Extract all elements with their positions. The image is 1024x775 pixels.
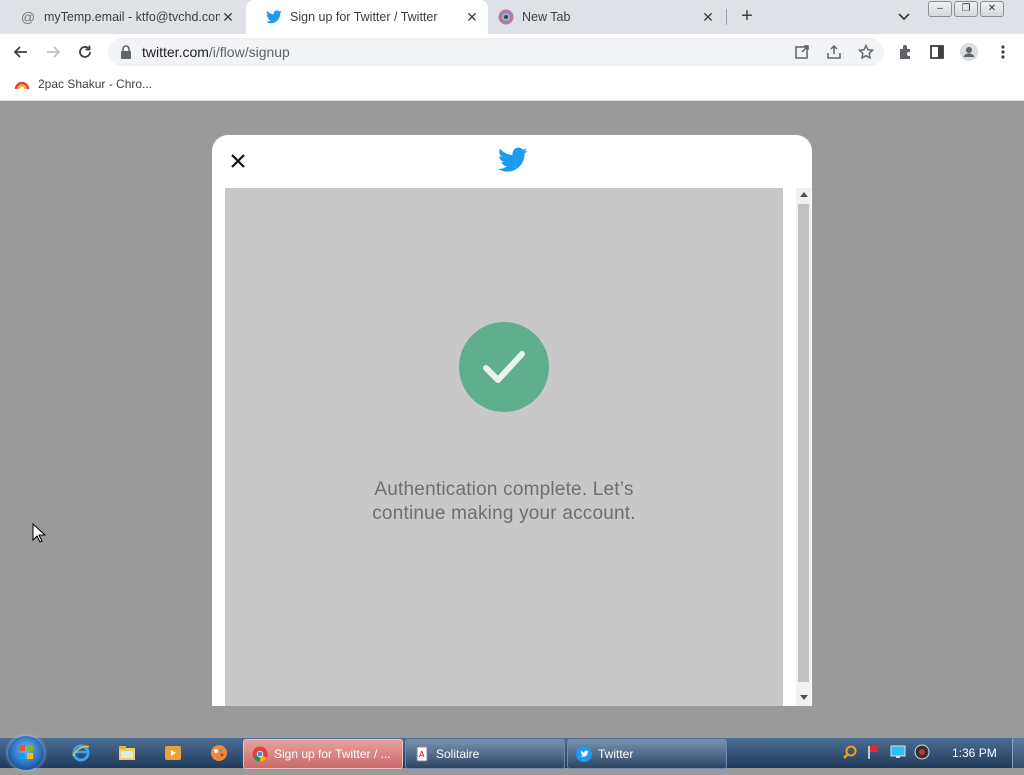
media-player-icon[interactable] — [164, 744, 182, 762]
action-center-flag-icon[interactable] — [866, 744, 882, 760]
checkmark-success-icon — [459, 322, 549, 412]
show-desktop-button[interactable] — [1012, 738, 1024, 768]
lock-icon[interactable] — [120, 45, 132, 64]
kebab-menu-icon[interactable] — [994, 43, 1012, 61]
display-monitor-icon[interactable] — [890, 744, 906, 760]
taskbar-button-label: Twitter — [598, 747, 634, 761]
tab-mytemp-email[interactable]: @ myTemp.email - ktfo@tvchd.com ✕ — [0, 0, 244, 34]
scroll-down-arrow-icon[interactable] — [800, 695, 808, 700]
scrollbar[interactable] — [796, 188, 811, 706]
twitter-logo-icon — [498, 147, 528, 175]
svg-text:A: A — [419, 750, 425, 759]
windows-taskbar: Sign up for Twitter / ... A Solitaire Tw… — [0, 736, 1024, 770]
solitaire-icon: A — [414, 746, 430, 762]
tab-title: New Tab — [522, 10, 571, 24]
scroll-thumb[interactable] — [798, 204, 809, 682]
window-controls: – ❐ ✕ — [928, 1, 1004, 17]
start-button-windows-icon[interactable] — [8, 736, 44, 770]
mouse-cursor-icon — [32, 522, 47, 548]
url-text: twitter.com/i/flow/signup — [142, 44, 290, 60]
auth-complete-message: Authentication complete. Let’s continue … — [225, 478, 783, 526]
bookmark-item[interactable]: 2pac Shakur - Chro... — [14, 76, 152, 92]
chrome-icon — [252, 746, 268, 762]
system-tray — [842, 744, 930, 760]
address-bar[interactable]: twitter.com/i/flow/signup — [108, 38, 884, 66]
extensions-puzzle-icon[interactable] — [896, 43, 914, 61]
url-host: twitter.com — [142, 44, 209, 60]
restore-icon[interactable]: ❐ — [954, 1, 978, 17]
bookmark-label: 2pac Shakur - Chro... — [38, 77, 153, 91]
browser-toolbar: twitter.com/i/flow/signup — [0, 34, 1024, 70]
new-tab-icon[interactable]: + — [736, 6, 758, 28]
reload-icon[interactable] — [76, 43, 94, 61]
signup-modal: Authentication complete. Let’s continue … — [212, 135, 812, 706]
taskbar-button-chrome[interactable]: Sign up for Twitter / ... — [243, 739, 403, 769]
side-panel-icon[interactable] — [928, 43, 946, 61]
close-tab-icon[interactable]: ✕ — [220, 9, 236, 25]
tab-twitter-signup[interactable]: Sign up for Twitter / Twitter ✕ — [246, 0, 488, 34]
tab-new-tab[interactable]: New Tab ✕ — [478, 0, 724, 34]
taskbar-button-label: Sign up for Twitter / ... — [274, 747, 391, 761]
taskbar-button-twitter[interactable]: Twitter — [567, 739, 727, 769]
tab-title: myTemp.email - ktfo@tvchd.com — [44, 10, 220, 24]
chevron-down-icon[interactable] — [896, 8, 912, 24]
chrome-avatar-icon — [498, 9, 514, 25]
search-icon[interactable] — [842, 744, 858, 760]
close-icon[interactable] — [228, 151, 248, 171]
share-icon[interactable] — [826, 44, 842, 65]
bookmark-star-icon[interactable] — [857, 43, 875, 65]
close-tab-icon[interactable]: ✕ — [700, 9, 716, 25]
taskbar-button-label: Solitaire — [436, 747, 480, 761]
paint-app-icon[interactable] — [210, 744, 228, 762]
message-text: Authentication complete. Let’s continue … — [372, 479, 636, 524]
open-in-app-icon[interactable] — [794, 44, 810, 65]
twitter-bird-icon — [266, 9, 282, 25]
at-sign-icon: @ — [20, 9, 36, 25]
forward-arrow-icon[interactable] — [44, 43, 62, 61]
auth-frame: Authentication complete. Let’s continue … — [225, 188, 783, 706]
tab-strip: @ myTemp.email - ktfo@tvchd.com ✕ Sign u… — [0, 0, 1024, 34]
twitter-bird-icon — [576, 746, 592, 762]
profile-avatar-icon[interactable] — [960, 43, 978, 61]
taskbar-clock[interactable]: 1:36 PM — [952, 746, 997, 760]
taskbar-button-solitaire[interactable]: A Solitaire — [405, 739, 565, 769]
file-explorer-icon[interactable] — [118, 744, 136, 762]
bookmarks-bar: 2pac Shakur - Chro... — [0, 70, 1024, 101]
rainbow-favicon-icon — [14, 76, 30, 92]
close-window-icon[interactable]: ✕ — [980, 1, 1004, 17]
tab-title: Sign up for Twitter / Twitter — [290, 10, 438, 24]
back-arrow-icon[interactable] — [12, 43, 30, 61]
tab-divider — [726, 9, 727, 25]
volume-speaker-icon[interactable] — [914, 744, 930, 760]
minimize-icon[interactable]: – — [928, 1, 952, 17]
internet-explorer-icon[interactable] — [72, 744, 90, 762]
url-path: /i/flow/signup — [208, 44, 290, 60]
scroll-up-arrow-icon[interactable] — [800, 192, 808, 197]
